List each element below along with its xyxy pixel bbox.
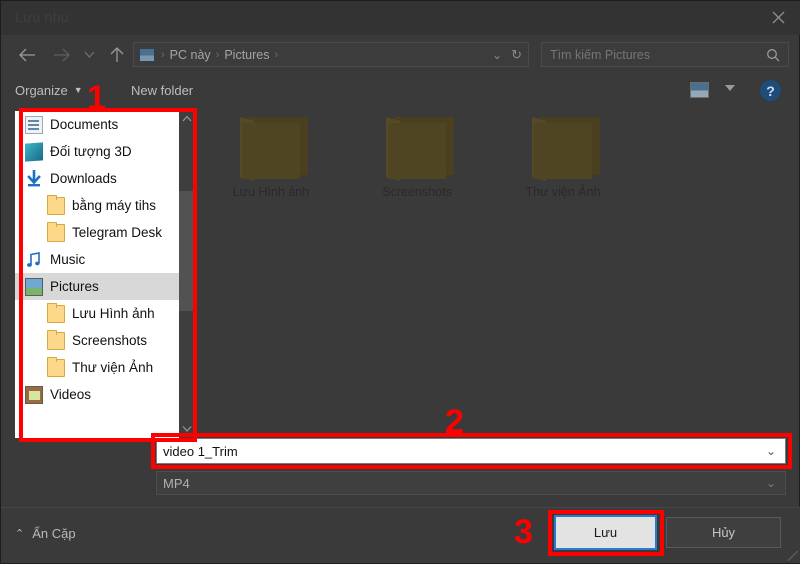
help-circle-icon[interactable]: ?: [760, 80, 781, 101]
filename-chevron-down-icon[interactable]: ⌄: [766, 444, 776, 458]
folder-icon: [47, 356, 65, 377]
refresh-icon[interactable]: ↻: [511, 47, 522, 63]
file-list-view[interactable]: Lưu Hình ảnh Screenshots Thư viện Ảnh: [201, 111, 787, 438]
organize-button[interactable]: Organize ▼: [15, 79, 83, 101]
resize-grip[interactable]: [788, 551, 798, 561]
hide-folders-button[interactable]: ⌃ Ẩn Cặp: [15, 526, 76, 541]
folder-icon: [47, 194, 65, 215]
folder-icon: [380, 117, 454, 181]
filename-value[interactable]: video 1_Trim: [163, 444, 766, 459]
pictures-icon: [25, 277, 43, 296]
sidebar-item-bằng-máy-tihs[interactable]: bằng máy tihs: [15, 192, 193, 219]
filetype-chevron-down-icon[interactable]: ⌄: [766, 476, 776, 490]
filetype-value: MP4: [163, 475, 190, 491]
hide-folders-label: Ẩn Cặp: [32, 526, 76, 541]
music-icon: [25, 251, 43, 269]
sidebar-item-label: bằng máy tihs: [72, 198, 157, 213]
command-toolbar: Organize ▼ New folder ?: [1, 73, 800, 107]
sidebar-item-label: Thư viện Ảnh: [72, 360, 154, 375]
address-bar[interactable]: › PC này › Pictures › ⌄ ↻: [133, 42, 529, 67]
recent-locations-chevron-down-icon[interactable]: [77, 43, 101, 67]
sidebar-scrollbar-thumb[interactable]: [179, 191, 195, 311]
filename-input[interactable]: video 1_Trim ⌄: [156, 438, 786, 464]
documents-icon: [25, 115, 43, 134]
search-icon[interactable]: [766, 48, 780, 62]
folder-icon: [47, 221, 65, 242]
videos-icon: [25, 385, 43, 404]
search-input[interactable]: Tìm kiếm Pictures: [541, 42, 789, 67]
new-folder-label: New folder: [131, 82, 194, 98]
window-title: Lưu nhu: [15, 9, 69, 25]
forward-arrow-icon[interactable]: [49, 43, 73, 67]
scroll-up-chevron-icon[interactable]: [182, 111, 192, 128]
back-arrow-icon[interactable]: [15, 43, 39, 67]
folder-icon: [526, 117, 600, 181]
breadcrumb-pictures[interactable]: Pictures: [221, 48, 272, 62]
navigation-row: › PC này › Pictures › ⌄ ↻ Tìm kiếm Pictu…: [1, 35, 800, 73]
file-item[interactable]: Lưu Hình ảnh: [201, 117, 341, 199]
sidebar-item-videos[interactable]: Videos: [15, 381, 193, 408]
file-item[interactable]: Screenshots: [347, 117, 487, 199]
sidebar-item-label: Screenshots: [72, 333, 148, 348]
sidebar-item-label: Pictures: [50, 279, 99, 294]
chevron-down-icon: ▼: [73, 85, 83, 95]
file-item[interactable]: Thư viện Ảnh: [493, 117, 633, 199]
up-arrow-icon[interactable]: [105, 43, 129, 67]
title-bar: Lưu nhu: [1, 1, 800, 35]
sidebar-item-telegram-desk[interactable]: Telegram Desk: [15, 219, 193, 246]
folder-icon: [234, 117, 308, 181]
breadcrumb-separator: ›: [161, 48, 165, 61]
file-item-label: Thư viện Ảnh: [525, 185, 601, 199]
view-chevron-down-icon[interactable]: [725, 85, 735, 91]
3d-objects-icon: [25, 141, 43, 162]
file-item-label: Lưu Hình ảnh: [232, 185, 310, 199]
view-layout-icon[interactable]: [690, 82, 709, 98]
sidebar-item-label: Telegram Desk: [72, 225, 163, 240]
address-chevron-down-icon[interactable]: ⌄: [492, 48, 502, 62]
navigation-pane[interactable]: Documents Đối tượng 3D Downloads bằng máy t…: [15, 111, 193, 438]
sidebar-item-screenshots[interactable]: Screenshots: [15, 327, 193, 354]
filetype-select[interactable]: MP4 ⌄: [156, 471, 786, 495]
new-folder-button[interactable]: New folder: [131, 79, 193, 101]
sidebar-item-lưu-hình-ảnh[interactable]: Lưu Hình ảnh: [15, 300, 193, 327]
chevron-up-icon: ⌃: [15, 528, 25, 540]
folder-icon: [47, 302, 65, 323]
annotation-number-3: 3: [514, 513, 533, 551]
file-item-label: Screenshots: [382, 185, 452, 199]
folder-icon: [47, 329, 65, 350]
close-icon[interactable]: [755, 1, 800, 33]
downloads-icon: [25, 169, 43, 188]
sidebar-item-label: Downloads: [50, 171, 117, 186]
sidebar-item-đối-tượng-3d[interactable]: Đối tượng 3D: [15, 138, 193, 165]
organize-label: Organize: [15, 82, 68, 98]
sidebar-item-pictures[interactable]: Pictures: [15, 273, 193, 300]
pictures-folder-icon: [139, 47, 155, 62]
sidebar-item-thư-viện-ảnh[interactable]: Thư viện Ảnh: [15, 354, 193, 381]
cancel-button[interactable]: Hủy: [666, 517, 781, 548]
breadcrumb-pc[interactable]: PC này: [167, 48, 214, 62]
sidebar-item-label: Đối tượng 3D: [50, 144, 132, 159]
annotation-number-2: 2: [445, 403, 464, 441]
sidebar-item-label: Lưu Hình ảnh: [72, 306, 155, 321]
breadcrumb-separator: ›: [274, 48, 279, 61]
sidebar-item-music[interactable]: Music: [15, 246, 193, 273]
scroll-down-chevron-icon[interactable]: [182, 421, 192, 438]
breadcrumb-separator: ›: [215, 48, 220, 61]
annotation-number-1: 1: [87, 79, 106, 117]
search-placeholder: Tìm kiếm Pictures: [550, 47, 651, 62]
sidebar-item-downloads[interactable]: Downloads: [15, 165, 193, 192]
sidebar-item-label: Documents: [50, 117, 119, 132]
save-button[interactable]: Lưu: [554, 515, 657, 550]
save-as-dialog: Lưu nhu › PC này › Pictures › ⌄ ↻ Tìm ki…: [0, 0, 800, 564]
sidebar-item-label: Videos: [50, 387, 92, 402]
sidebar-item-label: Music: [50, 252, 86, 267]
